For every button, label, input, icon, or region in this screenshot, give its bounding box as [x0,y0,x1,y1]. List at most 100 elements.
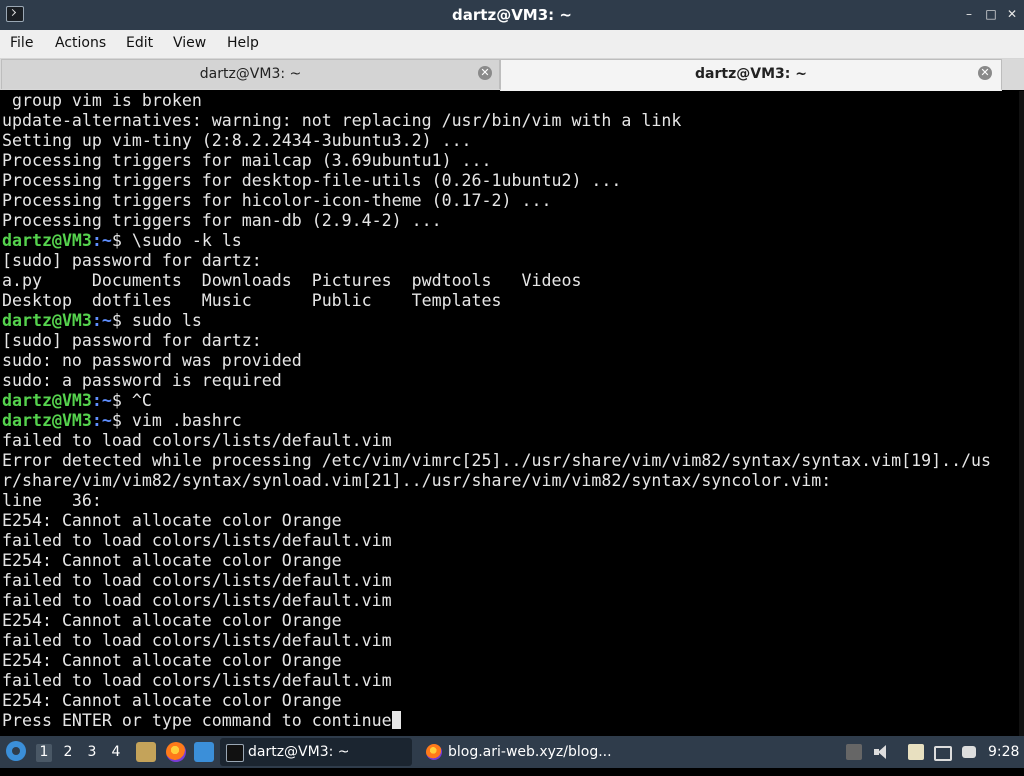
terminal-line: E254: Cannot allocate color Orange [2,691,342,711]
output-text: E254: Cannot allocate color Orange [2,551,342,570]
minimize-button[interactable]: – [962,7,976,21]
tray-expand-icon[interactable] [846,744,862,760]
terminal-line: a.py Documents Downloads Pictures pwdtoo… [2,271,581,291]
output-text: r/share/vim/vim82/syntax/synload.vim[21]… [2,471,832,490]
command-text: $ \sudo -k ls [111,231,242,250]
tab-terminal-1[interactable]: dartz@VM3: ~ ✕ [1,59,500,89]
workspace-1[interactable]: 1 [36,744,52,762]
terminal-line: Processing triggers for mailcap (3.69ubu… [2,151,492,171]
prompt-path: :~ [91,311,112,330]
terminal-line: [sudo] password for dartz: [2,251,262,271]
output-text: group vim is broken [2,91,202,110]
output-text: Error detected while processing /etc/vim… [2,451,992,470]
output-text: update-alternatives: warning: not replac… [2,111,682,130]
output-text: sudo: no password was provided [2,351,302,370]
terminal-line: Processing triggers for hicolor-icon-the… [2,191,551,211]
terminal-line: failed to load colors/lists/default.vim [2,531,392,551]
workspace-2[interactable]: 2 [60,744,76,762]
terminal-line: Desktop dotfiles Music Public Templates [2,291,502,311]
terminal-line: Setting up vim-tiny (2:8.2.2434-3ubuntu3… [2,131,472,151]
command-text: $ sudo ls [111,311,202,330]
tab-bar: dartz@VM3: ~ ✕ dartz@VM3: ~ ✕ [0,59,1024,91]
prompt-user: dartz@VM3 [2,231,92,250]
network-icon[interactable] [934,746,952,761]
prompt-path: :~ [91,411,112,430]
terminal-line: Press ENTER or type command to continue [2,711,401,731]
notification-icon[interactable] [962,746,976,758]
terminal-icon [226,744,244,762]
menu-edit[interactable]: Edit [126,35,153,51]
output-text: E254: Cannot allocate color Orange [2,651,342,670]
terminal-line: line 36: [2,491,102,511]
menu-help[interactable]: Help [227,35,259,51]
terminal-cursor [391,711,401,729]
volume-icon[interactable] [872,744,888,760]
terminal-scrollbar[interactable] [1019,91,1024,736]
output-text: Processing triggers for man-db (2.9.4-2)… [2,211,442,230]
window-title: dartz@VM3: ~ [452,6,572,24]
output-text: E254: Cannot allocate color Orange [2,511,342,530]
output-text: Setting up vim-tiny (2:8.2.2434-3ubuntu3… [2,131,472,150]
tab-label: dartz@VM3: ~ [695,66,807,82]
file-manager-icon[interactable] [136,742,156,762]
terminal-line: E254: Cannot allocate color Orange [2,651,342,671]
close-window-button[interactable]: ✕ [1005,7,1019,21]
taskbar: 1 2 3 4 dartz@VM3: ~ blog.ari-web.xyz/bl… [0,736,1024,768]
output-text: failed to load colors/lists/default.vim [2,431,392,450]
terminal-line: dartz@VM3:~$ sudo ls [2,311,202,331]
prompt-user: dartz@VM3 [2,311,92,330]
task-label: blog.ari-web.xyz/blog... [448,744,612,760]
output-text: Press ENTER or type command to continue [2,711,392,730]
prompt-path: :~ [91,231,112,250]
tab-close-icon[interactable]: ✕ [978,66,992,80]
menu-bar: File Actions Edit View Help [0,30,1024,59]
menu-file[interactable]: File [10,35,33,51]
terminal-line: [sudo] password for dartz: [2,331,262,351]
terminal-output[interactable]: group vim is broken update-alternatives: … [0,91,1024,736]
terminal-line: update-alternatives: warning: not replac… [2,111,681,131]
prompt-path: :~ [91,391,112,410]
prompt-user: dartz@VM3 [2,391,92,410]
start-menu-icon[interactable] [6,741,26,761]
terminal-line: E254: Cannot allocate color Orange [2,511,342,531]
terminal-line: failed to load colors/lists/default.vim [2,591,392,611]
clock[interactable]: 9:28 [988,744,1019,776]
workspace-4[interactable]: 4 [108,744,124,762]
task-terminal[interactable]: dartz@VM3: ~ [220,738,412,766]
terminal-line: sudo: a password is required [2,371,282,391]
output-text: Processing triggers for hicolor-icon-the… [2,191,552,210]
output-text: failed to load colors/lists/default.vim [2,671,392,690]
output-text: failed to load colors/lists/default.vim [2,571,392,590]
terminal-line: Processing triggers for desktop-file-uti… [2,171,621,191]
window-titlebar[interactable]: dartz@VM3: ~ – □ ✕ [0,0,1024,30]
terminal-line: E254: Cannot allocate color Orange [2,551,342,571]
output-text: sudo: a password is required [2,371,282,390]
output-text: failed to load colors/lists/default.vim [2,591,392,610]
output-text: Desktop dotfiles Music Public Templates [2,291,502,310]
terminal-line: sudo: no password was provided [2,351,302,371]
output-text: Processing triggers for mailcap (3.69ubu… [2,151,492,170]
prompt-user: dartz@VM3 [2,411,92,430]
clipboard-icon[interactable] [908,744,924,760]
terminal-line: Processing triggers for man-db (2.9.4-2)… [2,211,442,231]
terminal-line: E254: Cannot allocate color Orange [2,611,342,631]
tab-terminal-2[interactable]: dartz@VM3: ~ ✕ [500,59,1002,91]
firefox-launcher-icon[interactable] [166,742,186,762]
menu-view[interactable]: View [173,35,206,51]
tab-close-icon[interactable]: ✕ [478,66,492,80]
output-text: failed to load colors/lists/default.vim [2,531,392,550]
maximize-button[interactable]: □ [984,7,998,21]
terminal-line: dartz@VM3:~$ ^C [2,391,152,411]
workspace-3[interactable]: 3 [84,744,100,762]
output-text: failed to load colors/lists/default.vim [2,631,392,650]
output-text: [sudo] password for dartz: [2,251,262,270]
output-text: line 36: [2,491,102,510]
task-firefox[interactable]: blog.ari-web.xyz/blog... [420,738,620,766]
terminal-line: Error detected while processing /etc/vim… [2,451,991,471]
menu-actions[interactable]: Actions [55,35,106,51]
terminal-line: group vim is broken [2,91,202,111]
output-text: [sudo] password for dartz: [2,331,262,350]
terminal-line: dartz@VM3:~$ vim .bashrc [2,411,242,431]
tab-label: dartz@VM3: ~ [199,66,302,82]
show-desktop-icon[interactable] [194,742,214,762]
